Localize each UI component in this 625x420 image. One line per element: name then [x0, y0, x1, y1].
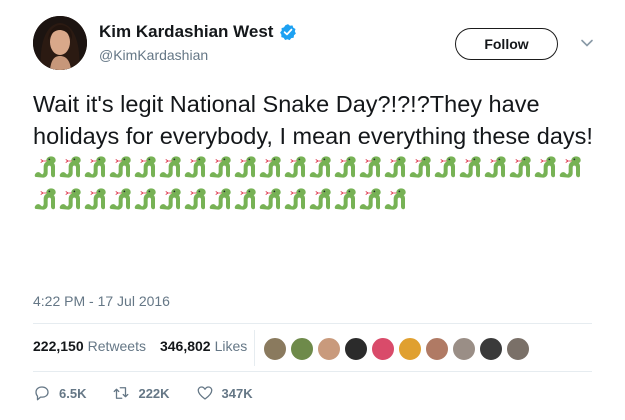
snake-emoji-icon	[358, 155, 382, 179]
retweet-count: 222K	[138, 385, 170, 401]
snake-emoji-icon	[158, 187, 182, 211]
liker-avatars	[263, 337, 533, 361]
stats-divider	[254, 330, 255, 366]
snake-emoji-icon	[458, 155, 482, 179]
snake-emoji-icon	[258, 187, 282, 211]
author-name[interactable]: Kim Kardashian West	[99, 22, 273, 42]
snake-emoji-icon	[33, 155, 57, 179]
avatar[interactable]	[33, 16, 87, 70]
snake-emoji-icon	[33, 187, 57, 211]
snake-emoji-icon	[383, 155, 407, 179]
liker-avatar[interactable]	[452, 337, 476, 361]
retweets-label: Retweets	[87, 338, 146, 354]
liker-avatar[interactable]	[344, 337, 368, 361]
snake-emoji-icon	[308, 155, 332, 179]
snake-emoji-icon	[483, 155, 507, 179]
snake-emoji-icon	[108, 155, 132, 179]
liker-avatar[interactable]	[371, 337, 395, 361]
likes-stat[interactable]: 346,802 Likes	[160, 338, 247, 354]
snake-emoji-icon	[183, 155, 207, 179]
likes-label: Likes	[214, 338, 248, 354]
snake-emoji-icon	[258, 155, 282, 179]
snake-emoji-group	[33, 155, 583, 213]
tweet-timestamp[interactable]: 4:22 PM - 17 Jul 2016	[33, 293, 170, 309]
like-action[interactable]: 347K	[196, 384, 253, 402]
snake-emoji-icon	[333, 187, 357, 211]
snake-emoji-icon	[158, 155, 182, 179]
tweet-stats: 222,150 Retweets 346,802 Likes	[33, 338, 247, 354]
snake-emoji-icon	[133, 187, 157, 211]
snake-emoji-icon	[333, 155, 357, 179]
snake-emoji-icon	[283, 155, 307, 179]
liker-avatar[interactable]	[263, 337, 287, 361]
retweet-icon	[114, 387, 129, 399]
snake-emoji-icon	[208, 155, 232, 179]
divider	[33, 371, 592, 372]
snake-emoji-icon	[508, 155, 532, 179]
verified-badge-icon	[280, 24, 297, 41]
tweet-body: Wait it's legit National Snake Day?!?!?T…	[33, 91, 593, 149]
snake-emoji-icon	[233, 187, 257, 211]
snake-emoji-icon	[383, 187, 407, 211]
snake-emoji-icon	[433, 155, 457, 179]
snake-emoji-icon	[533, 155, 557, 179]
divider	[33, 323, 592, 324]
chevron-down-icon[interactable]	[580, 36, 594, 50]
tweet-actions: 6.5K 222K 347K	[33, 384, 279, 402]
liker-avatar[interactable]	[506, 337, 530, 361]
snake-emoji-icon	[308, 187, 332, 211]
follow-button[interactable]: Follow	[455, 28, 558, 60]
snake-emoji-icon	[133, 155, 157, 179]
reply-icon	[35, 386, 49, 401]
liker-avatar[interactable]	[290, 337, 314, 361]
retweet-action[interactable]: 222K	[112, 384, 170, 402]
reply-action[interactable]: 6.5K	[33, 384, 86, 402]
snake-emoji-icon	[358, 187, 382, 211]
profile-photo	[33, 16, 87, 70]
author-handle[interactable]: @KimKardashian	[99, 47, 208, 63]
liker-avatar[interactable]	[479, 337, 503, 361]
snake-emoji-icon	[58, 187, 82, 211]
author-name-row[interactable]: Kim Kardashian West	[99, 22, 297, 42]
tweet-text: Wait it's legit National Snake Day?!?!?T…	[33, 88, 593, 216]
heart-icon	[197, 386, 212, 400]
liker-avatar[interactable]	[398, 337, 422, 361]
liker-avatar[interactable]	[425, 337, 449, 361]
snake-emoji-icon	[233, 155, 257, 179]
snake-emoji-icon	[408, 155, 432, 179]
snake-emoji-icon	[83, 155, 107, 179]
reply-count: 6.5K	[59, 385, 87, 401]
liker-avatar[interactable]	[317, 337, 341, 361]
snake-emoji-icon	[108, 187, 132, 211]
likes-count: 346,802	[159, 338, 211, 354]
snake-emoji-icon	[83, 187, 107, 211]
snake-emoji-icon	[558, 155, 582, 179]
retweets-stat[interactable]: 222,150 Retweets	[33, 338, 146, 354]
snake-emoji-icon	[58, 155, 82, 179]
snake-emoji-icon	[183, 187, 207, 211]
like-count: 347K	[221, 385, 253, 401]
snake-emoji-icon	[208, 187, 232, 211]
snake-emoji-icon	[283, 187, 307, 211]
retweets-count: 222,150	[33, 338, 84, 354]
